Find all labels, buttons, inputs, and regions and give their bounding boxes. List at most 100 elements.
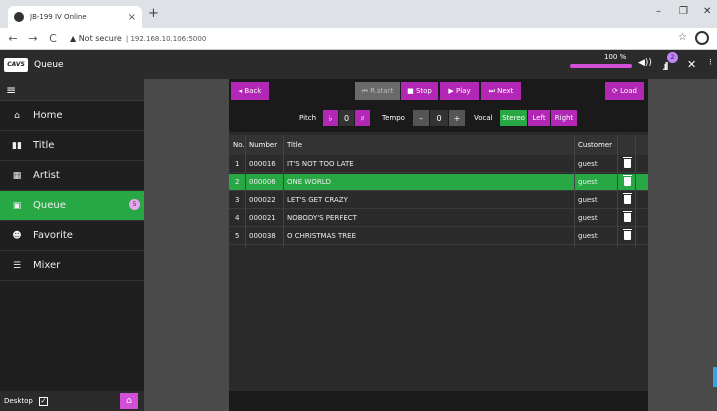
col-customer: Customer <box>578 141 613 149</box>
desktop-checkbox[interactable]: ✓ <box>38 396 48 406</box>
vocal-left-button[interactable]: Left <box>528 110 550 126</box>
row-no: 4 <box>235 214 240 222</box>
speaker-icon[interactable]: ◀)) <box>638 58 652 68</box>
row-title: ONE WORLD <box>287 178 331 186</box>
sidebar-item-label: Title <box>33 140 55 151</box>
home-icon: ⌂ <box>14 110 20 121</box>
pitch-tempo-vocal-bar: Pitch ♭ 0 ♯ Tempo – 0 + Vocal Stereo Lef… <box>229 104 648 132</box>
table-row[interactable]: 3 000022 LET'S GET CRAZY guest <box>229 192 648 209</box>
restart-button[interactable]: ⏮ R.start <box>355 82 400 100</box>
sidebar-item-label: Home <box>33 110 63 121</box>
sidebar-item-title[interactable]: ▮▮ Title <box>0 131 144 161</box>
row-customer: guest <box>578 178 598 186</box>
address-bar: ← → C ▲ Not secure | 192.168.10.106:5000… <box>0 28 717 50</box>
trash-icon[interactable] <box>623 157 632 168</box>
column-divider <box>635 135 636 247</box>
playback-controls: ◂ Back ⏮ R.start ■ Stop ▶ Play ⏭ Next ⟳ … <box>229 79 648 104</box>
browser-tab[interactable]: JB-199 IV Online × <box>8 6 142 28</box>
table-row[interactable]: 5 000038 O CHRISTMAS TREE guest <box>229 228 648 245</box>
back-button[interactable]: ◂ Back <box>231 82 269 100</box>
row-number: 000016 <box>249 160 276 168</box>
side-chat-tab[interactable] <box>713 367 717 387</box>
book-icon: ▮▮ <box>12 140 22 151</box>
desktop-label: Desktop <box>4 397 33 405</box>
menu-icon[interactable]: ≡ <box>6 83 16 97</box>
volume-slider-fill <box>570 64 632 68</box>
tab-close-icon[interactable]: × <box>128 12 136 23</box>
next-button[interactable]: ⏭ Next <box>481 82 521 100</box>
fullscreen-icon[interactable]: ✕ <box>687 58 696 71</box>
sidebar-item-home[interactable]: ⌂ Home <box>0 101 144 131</box>
app-logo: CAVS <box>4 57 28 72</box>
tempo-minus-button[interactable]: – <box>413 110 429 126</box>
forward-arrow-icon[interactable]: → <box>26 32 40 45</box>
sidebar-footer: Desktop ✓ ⌂ <box>0 391 144 411</box>
signal-icon[interactable]: .ıll <box>662 60 669 73</box>
trash-icon[interactable] <box>623 229 632 240</box>
panel-footer <box>229 391 648 411</box>
tab-title: JB-199 IV Online <box>30 13 87 21</box>
table-row[interactable]: 4 000021 NOBODY'S PERFECT guest <box>229 210 648 227</box>
left-gutter <box>144 79 229 411</box>
row-title: O CHRISTMAS TREE <box>287 232 357 240</box>
profile-icon[interactable] <box>695 31 709 45</box>
sidebar-item-label: Artist <box>33 170 60 181</box>
row-customer: guest <box>578 214 598 222</box>
table-row[interactable]: 1 000016 IT'S NOT TOO LATE guest <box>229 156 648 173</box>
trash-icon[interactable] <box>623 175 632 186</box>
row-customer: guest <box>578 232 598 240</box>
tempo-label: Tempo <box>382 114 405 122</box>
pitch-flat-button[interactable]: ♭ <box>323 110 338 126</box>
col-no: No. <box>233 141 245 149</box>
row-no: 1 <box>235 160 240 168</box>
queue-panel: ◂ Back ⏮ R.start ■ Stop ▶ Play ⏭ Next ⟳ … <box>229 79 648 411</box>
sliders-icon: ☰ <box>12 260 22 271</box>
page-title: Queue <box>34 59 64 70</box>
new-tab-button[interactable]: + <box>148 6 159 21</box>
pitch-label: Pitch <box>299 114 317 122</box>
row-title: IT'S NOT TOO LATE <box>287 160 354 168</box>
sidebar-item-label: Favorite <box>33 230 73 241</box>
row-number: 000006 <box>249 178 276 186</box>
volume-slider[interactable] <box>570 64 632 68</box>
queue-count-badge: 5 <box>129 199 140 210</box>
sidebar-item-mixer[interactable]: ☰ Mixer <box>0 251 144 281</box>
sidebar-item-label: Queue <box>33 200 66 211</box>
bookmark-star-icon[interactable]: ☆ <box>678 32 687 43</box>
table-icon: ▦ <box>12 170 22 181</box>
row-number: 000038 <box>249 232 276 240</box>
sidebar-item-artist[interactable]: ▦ Artist <box>0 161 144 191</box>
window-close-button[interactable]: ✕ <box>703 6 711 17</box>
row-no: 2 <box>235 178 240 186</box>
table-row[interactable]: 2 000006 ONE WORLD guest <box>229 174 648 191</box>
vocal-right-button[interactable]: Right <box>551 110 577 126</box>
more-icon[interactable]: ⁝ <box>709 58 712 68</box>
load-button[interactable]: ⟳ Load <box>605 82 644 100</box>
security-warning[interactable]: ▲ Not secure <box>70 34 122 43</box>
row-no: 5 <box>235 232 240 240</box>
trash-icon[interactable] <box>623 211 632 222</box>
col-title: Title <box>287 141 303 149</box>
volume-percent: 100 % <box>604 53 627 61</box>
reload-icon[interactable]: C <box>46 32 60 45</box>
play-button[interactable]: ▶ Play <box>440 82 479 100</box>
column-divider <box>574 135 575 247</box>
sidebar-item-favorite[interactable]: ☻ Favorite <box>0 221 144 251</box>
home-button[interactable]: ⌂ <box>120 393 138 409</box>
pitch-sharp-button[interactable]: ♯ <box>355 110 370 126</box>
back-arrow-icon[interactable]: ← <box>6 32 20 45</box>
tempo-plus-button[interactable]: + <box>449 110 465 126</box>
sidebar-item-queue[interactable]: ▣ Queue 5 <box>0 191 144 221</box>
signal-badge: 2 <box>667 52 678 63</box>
row-title: NOBODY'S PERFECT <box>287 214 357 222</box>
maximize-button[interactable]: ❐ <box>679 6 688 17</box>
minimize-button[interactable]: – <box>656 6 661 17</box>
vocal-stereo-button[interactable]: Stereo <box>500 110 527 126</box>
column-divider <box>283 135 284 247</box>
sidebar-item-label: Mixer <box>33 260 61 271</box>
row-customer: guest <box>578 160 598 168</box>
url-field[interactable]: | 192.168.10.106:5000 <box>126 35 206 43</box>
stop-button[interactable]: ■ Stop <box>401 82 438 100</box>
browser-tab-strip: JB-199 IV Online × + – ❐ ✕ <box>0 0 717 28</box>
trash-icon[interactable] <box>623 193 632 204</box>
